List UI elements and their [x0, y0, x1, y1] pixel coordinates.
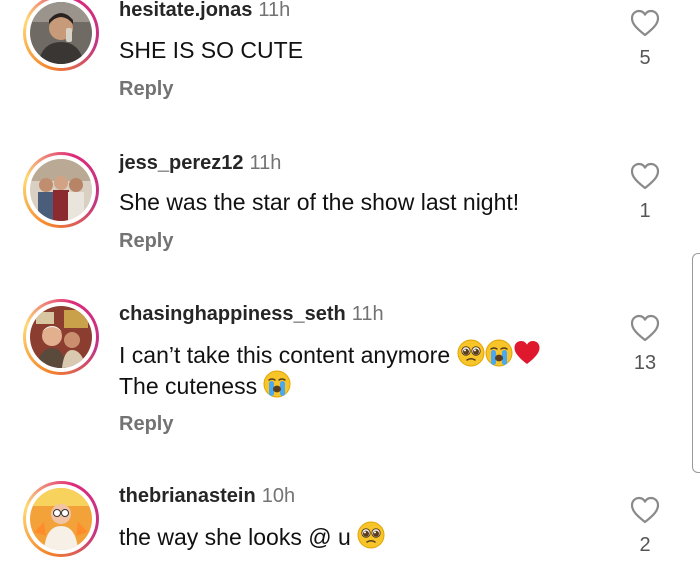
avatar-photo: [30, 159, 92, 221]
comment-time: 11h: [249, 152, 282, 174]
avatar-photo: [30, 2, 92, 64]
comment-text-line: I can’t take this content anymore: [119, 339, 541, 370]
like-button[interactable]: [630, 314, 660, 342]
comment-header: hesitate.jonas 11h: [119, 0, 290, 22]
comment-time: 11h: [258, 0, 291, 21]
reply-button[interactable]: Reply: [119, 78, 173, 101]
pleading-face-icon: [457, 339, 485, 367]
comment-header: jess_perez12 11h: [119, 152, 281, 175]
like-count: 13: [633, 352, 657, 374]
like-button[interactable]: [630, 162, 660, 190]
comment-text-segment: the way she looks @ u: [119, 524, 351, 550]
comment-text-segment: I can’t take this content anymore: [119, 342, 451, 368]
like-count: 5: [639, 47, 651, 69]
reply-button[interactable]: Reply: [119, 230, 173, 253]
heart-outline-icon: [630, 162, 660, 190]
loudly-crying-face-icon: [485, 339, 513, 367]
like-button[interactable]: [630, 496, 660, 524]
avatar[interactable]: [23, 152, 99, 228]
heart-outline-icon: [630, 9, 660, 37]
like-count: 1: [639, 200, 651, 222]
comment-username[interactable]: chasinghappiness_seth: [119, 303, 346, 325]
like-count: 2: [639, 534, 651, 556]
heart-outline-icon: [630, 314, 660, 342]
like-button[interactable]: [630, 9, 660, 37]
avatar-photo: [30, 306, 92, 368]
avatar[interactable]: [23, 481, 99, 557]
comment-text: I can’t take this content anymore The cu…: [119, 339, 541, 401]
comment-text: SHE IS SO CUTE: [119, 37, 304, 63]
comment-text: She was the star of the show last night!: [119, 189, 520, 215]
comment-username[interactable]: hesitate.jonas: [119, 0, 252, 21]
comment-time: 10h: [261, 485, 296, 507]
comment-text-line: The cuteness: [119, 370, 541, 401]
red-heart-icon: [513, 339, 541, 367]
loudly-crying-face-icon: [263, 370, 291, 398]
comment-header: chasinghappiness_seth 11h: [119, 303, 384, 326]
comment-username[interactable]: jess_perez12: [119, 152, 244, 174]
comment-text: the way she looks @ u: [119, 521, 385, 552]
heart-outline-icon: [630, 496, 660, 524]
comment-header: thebrianastein 10h: [119, 485, 295, 508]
comment-time: 11h: [351, 303, 384, 325]
avatar[interactable]: [23, 0, 99, 71]
comment-text-segment: The cuteness: [119, 373, 258, 399]
scrollbar[interactable]: [692, 253, 700, 473]
comment-username[interactable]: thebrianastein: [119, 485, 256, 507]
avatar-photo: [30, 488, 92, 550]
avatar[interactable]: [23, 299, 99, 375]
reply-button[interactable]: Reply: [119, 413, 173, 436]
pleading-face-icon: [357, 521, 385, 549]
